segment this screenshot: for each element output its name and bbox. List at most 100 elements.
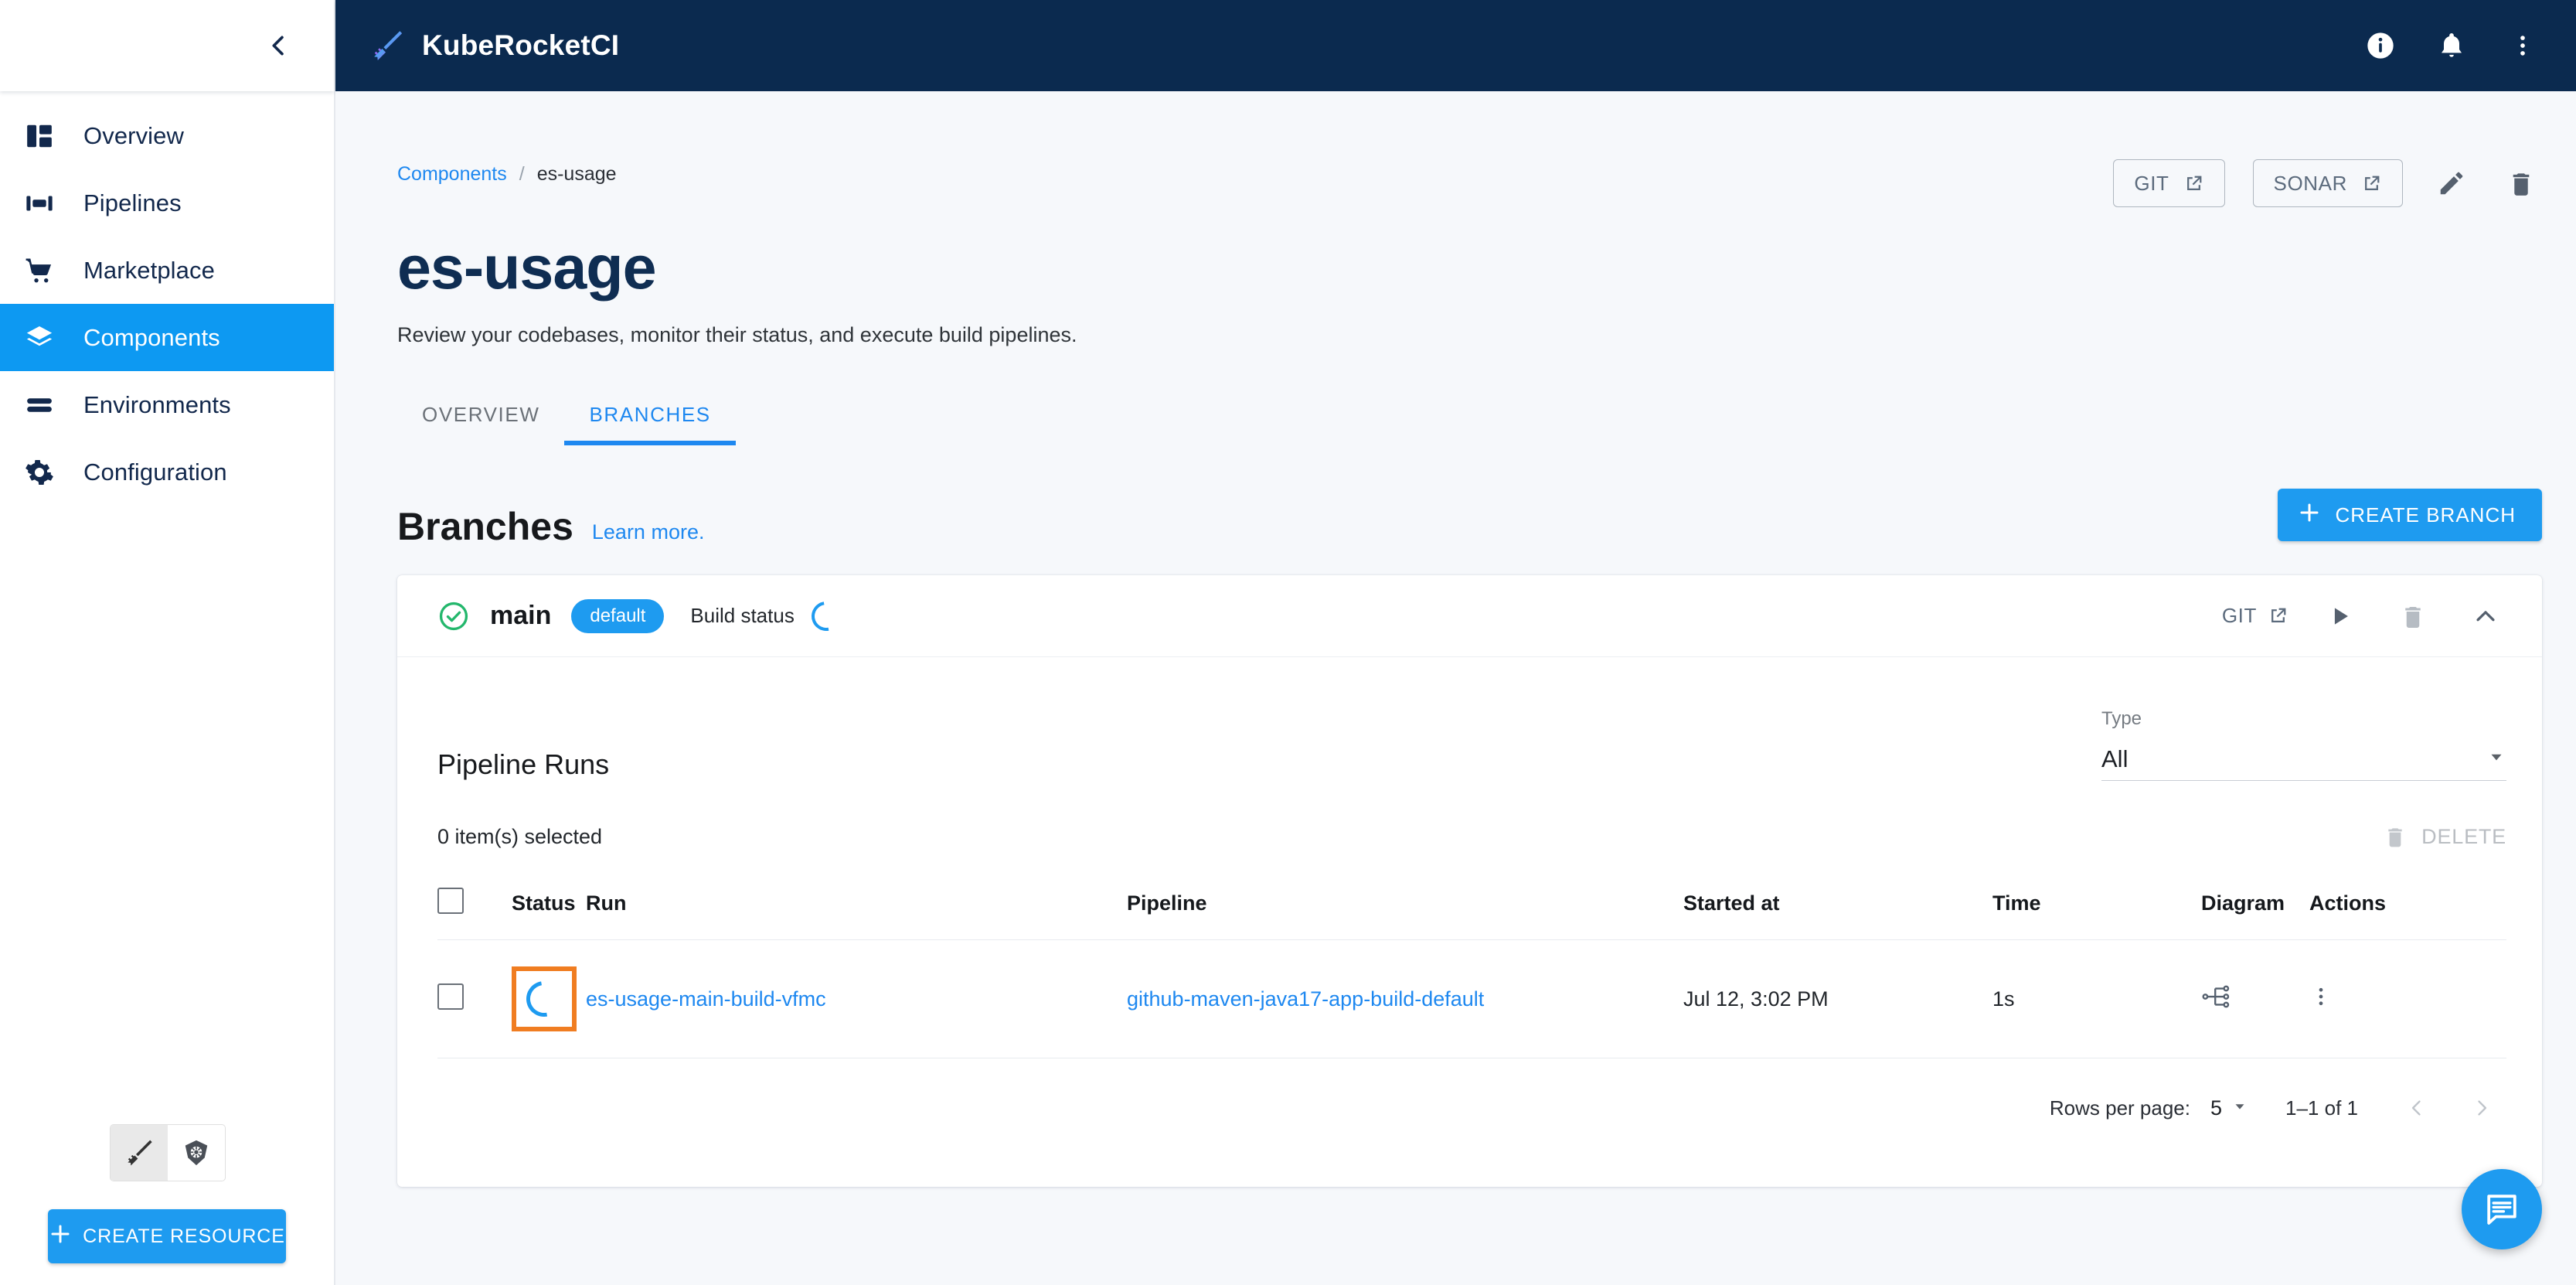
branch-body: Pipeline Runs Type All bbox=[397, 657, 2542, 1187]
column-header-status: Status bbox=[512, 867, 586, 940]
sidebar-item-overview[interactable]: Overview bbox=[0, 102, 334, 169]
sidebar-item-label: Pipelines bbox=[83, 189, 182, 217]
sidebar-header bbox=[0, 0, 334, 91]
caret-down-icon bbox=[2486, 747, 2506, 771]
page-title: es-usage bbox=[397, 232, 2542, 303]
vertical-dots-icon[interactable] bbox=[2503, 26, 2542, 65]
rows-per-page-select[interactable]: 5 bbox=[2210, 1096, 2248, 1120]
row-select-cell bbox=[437, 940, 512, 1058]
type-filter-label: Type bbox=[2101, 708, 2506, 730]
app-root: Overview Pipelines Marketplace Component… bbox=[0, 0, 2576, 1285]
rocket-pen-icon bbox=[369, 28, 405, 63]
brand-name: KubeRocketCI bbox=[422, 29, 619, 62]
branch-card: main default Build status GIT bbox=[397, 575, 2542, 1187]
chat-bubble-icon bbox=[2483, 1191, 2520, 1228]
chat-fab-button[interactable] bbox=[2462, 1169, 2542, 1249]
bulk-delete-label: DELETE bbox=[2421, 825, 2506, 849]
tab-branches[interactable]: BRANCHES bbox=[564, 389, 735, 445]
table-row: es-usage-main-build-vfmc github-maven-ja… bbox=[437, 940, 2506, 1058]
sidebar-item-label: Environments bbox=[83, 391, 231, 419]
table-header-row: Status Run Pipeline Started at Time Diag… bbox=[437, 867, 2506, 940]
bell-icon[interactable] bbox=[2432, 26, 2471, 65]
sidebar-nav: Overview Pipelines Marketplace Component… bbox=[0, 91, 334, 1124]
sidebar-item-environments[interactable]: Environments bbox=[0, 371, 334, 438]
sidebar: Overview Pipelines Marketplace Component… bbox=[0, 0, 335, 1285]
pagination-prev-button[interactable] bbox=[2395, 1086, 2438, 1130]
edit-component-button[interactable] bbox=[2431, 162, 2472, 204]
dashboard-icon bbox=[25, 121, 83, 151]
status-highlight-box bbox=[512, 966, 577, 1031]
external-link-icon bbox=[2268, 605, 2288, 626]
brand[interactable]: KubeRocketCI bbox=[369, 28, 619, 63]
sidebar-item-pipelines[interactable]: Pipelines bbox=[0, 169, 334, 237]
run-status-spinner-icon bbox=[519, 974, 569, 1024]
sidebar-item-configuration[interactable]: Configuration bbox=[0, 438, 334, 506]
caret-down-icon bbox=[2231, 1098, 2248, 1119]
page-actions: GIT SONAR bbox=[2113, 91, 2542, 207]
column-header-pipeline: Pipeline bbox=[1127, 867, 1683, 940]
row-started-at: Jul 12, 3:02 PM bbox=[1683, 940, 1992, 1058]
sidebar-item-label: Overview bbox=[83, 122, 184, 150]
pagination-next-button[interactable] bbox=[2460, 1086, 2503, 1130]
items-selected-text: 0 item(s) selected bbox=[437, 825, 602, 849]
trash-icon bbox=[2383, 824, 2408, 849]
branch-name: main bbox=[490, 601, 551, 631]
row-pipeline-cell: github-maven-java17-app-build-default bbox=[1127, 940, 1683, 1058]
main-column: KubeRocketCI Components / bbox=[335, 0, 2576, 1285]
mode-toggle[interactable] bbox=[110, 1124, 226, 1181]
row-checkbox[interactable] bbox=[437, 983, 464, 1010]
create-resource-label: CREATE RESOURCE bbox=[83, 1225, 285, 1248]
column-header-started-at: Started at bbox=[1683, 867, 1992, 940]
info-circle-icon[interactable] bbox=[2361, 26, 2400, 65]
git-link-button[interactable]: GIT bbox=[2113, 159, 2224, 207]
row-actions-menu-icon[interactable] bbox=[2309, 990, 2333, 1013]
type-filter-field[interactable]: All bbox=[2101, 738, 2506, 781]
create-branch-label: CREATE BRANCH bbox=[2335, 503, 2516, 527]
learn-more-link[interactable]: Learn more. bbox=[592, 520, 705, 544]
row-run-cell: es-usage-main-build-vfmc bbox=[586, 940, 1127, 1058]
topbar-actions bbox=[2361, 26, 2542, 65]
type-filter[interactable]: Type All bbox=[2101, 708, 2506, 781]
branch-collapse-button[interactable] bbox=[2465, 595, 2506, 637]
build-status-label: Build status bbox=[690, 604, 794, 628]
pipeline-runs-table: Status Run Pipeline Started at Time Diag… bbox=[437, 867, 2506, 1058]
select-all-checkbox[interactable] bbox=[437, 888, 464, 914]
pagination-range: 1–1 of 1 bbox=[2285, 1096, 2358, 1120]
breadcrumb-parent-link[interactable]: Components bbox=[397, 163, 507, 186]
pagination-nav bbox=[2395, 1086, 2503, 1130]
create-resource-button[interactable]: CREATE RESOURCE bbox=[48, 1209, 286, 1263]
row-actions-cell bbox=[2309, 940, 2506, 1058]
sidebar-item-marketplace[interactable]: Marketplace bbox=[0, 237, 334, 304]
delete-component-button[interactable] bbox=[2500, 162, 2542, 204]
sonar-link-button[interactable]: SONAR bbox=[2253, 159, 2403, 207]
branch-header: main default Build status GIT bbox=[397, 575, 2542, 657]
tab-bar: OVERVIEW BRANCHES bbox=[397, 389, 2542, 445]
mode-toggle-kuberocket[interactable] bbox=[111, 1125, 168, 1181]
pipeline-runs-title: Pipeline Runs bbox=[437, 748, 609, 781]
build-status-spinner-icon bbox=[805, 595, 846, 636]
layers-icon bbox=[25, 323, 83, 353]
diagram-tree-icon[interactable] bbox=[2201, 993, 2231, 1016]
gear-icon bbox=[25, 458, 83, 487]
git-label: GIT bbox=[2134, 172, 2169, 196]
branch-run-button[interactable] bbox=[2319, 595, 2361, 637]
tab-overview[interactable]: OVERVIEW bbox=[397, 389, 564, 445]
run-link[interactable]: es-usage-main-build-vfmc bbox=[586, 987, 826, 1011]
sidebar-collapse-button[interactable] bbox=[257, 24, 300, 67]
page-subtitle: Review your codebases, monitor their sta… bbox=[397, 323, 2542, 347]
column-header-run: Run bbox=[586, 867, 1127, 940]
chevron-right-icon bbox=[2471, 1097, 2493, 1119]
pencil-icon bbox=[2437, 169, 2466, 198]
sidebar-item-label: Components bbox=[83, 324, 220, 352]
pipeline-link[interactable]: github-maven-java17-app-build-default bbox=[1127, 987, 1484, 1011]
mode-toggle-kubernetes[interactable] bbox=[168, 1125, 225, 1181]
column-header-time: Time bbox=[1992, 867, 2201, 940]
rows-per-page-label: Rows per page: bbox=[2050, 1096, 2190, 1120]
branch-delete-button[interactable] bbox=[2392, 595, 2434, 637]
sidebar-item-components[interactable]: Components bbox=[0, 304, 334, 371]
breadcrumb-current: es-usage bbox=[537, 163, 617, 186]
create-branch-button[interactable]: CREATE BRANCH bbox=[2278, 489, 2542, 541]
branch-default-badge: default bbox=[571, 599, 664, 633]
bulk-delete-button[interactable]: DELETE bbox=[2383, 824, 2506, 849]
branch-git-link[interactable]: GIT bbox=[2222, 604, 2288, 628]
